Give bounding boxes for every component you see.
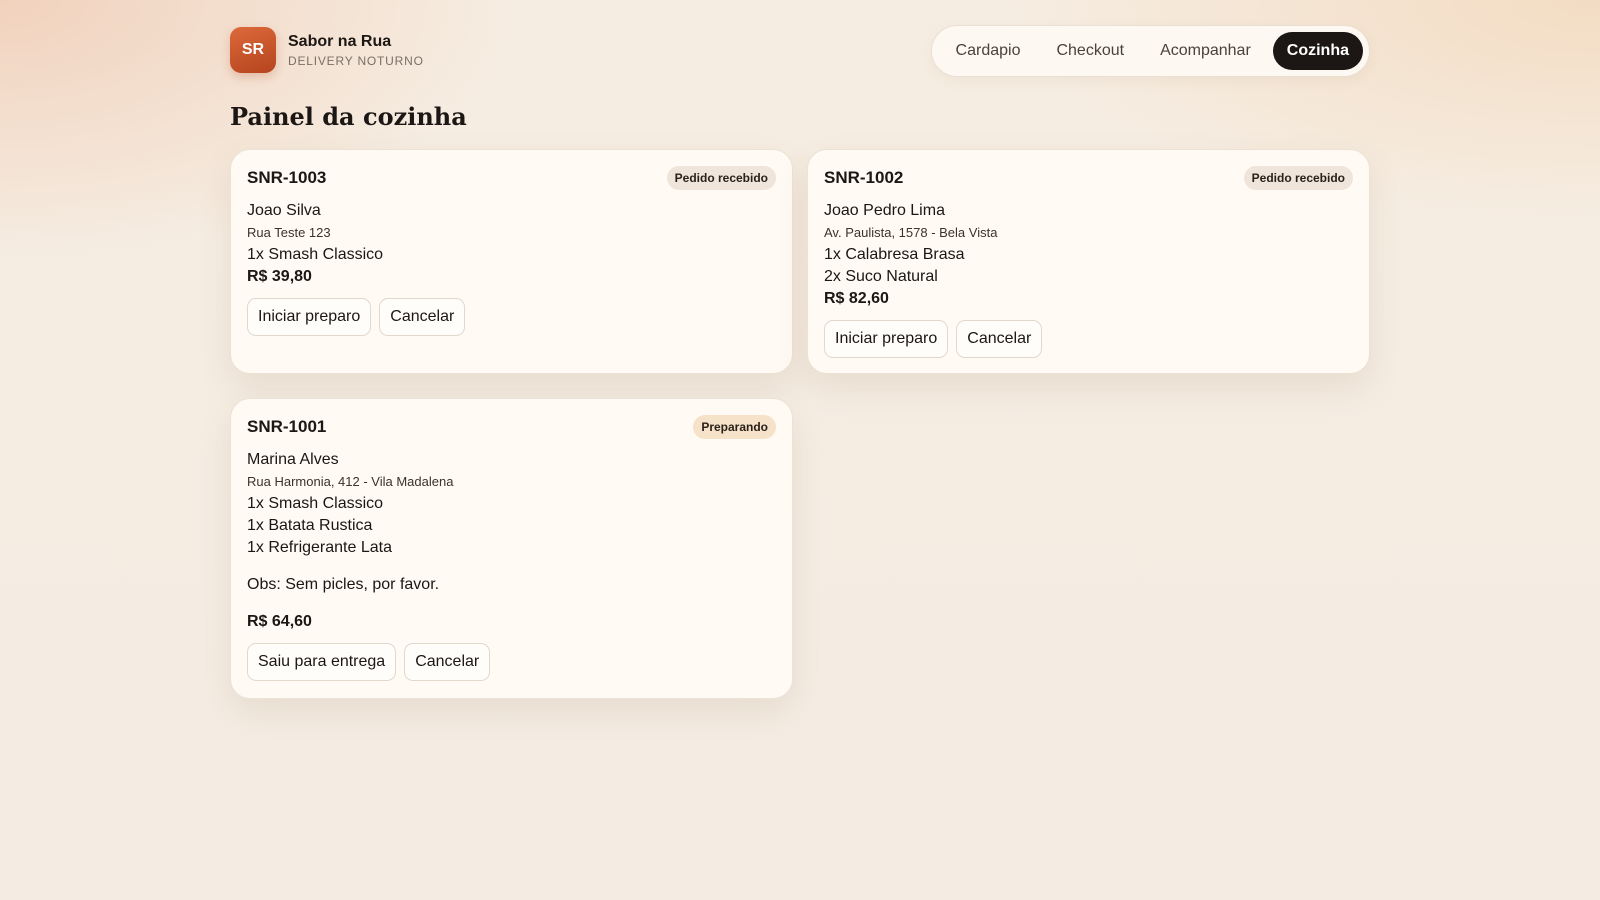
order-total: R$ 39,80 [247, 268, 312, 285]
brand[interactable]: SR Sabor na Rua DELIVERY NOTURNO [230, 27, 424, 73]
status-badge: Pedido recebido [666, 166, 776, 190]
out-for-delivery-button[interactable]: Saiu para entrega [247, 643, 397, 681]
order-card: SNR-1002 Pedido recebido Joao Pedro Lima… [807, 149, 1370, 374]
order-total: R$ 82,60 [824, 290, 889, 307]
page-title: Painel da cozinha [230, 102, 467, 131]
status-badge: Pedido recebido [1243, 166, 1353, 190]
order-id: SNR-1001 [247, 417, 327, 436]
cancel-button[interactable]: Cancelar [956, 320, 1043, 358]
cancel-button[interactable]: Cancelar [379, 298, 466, 336]
nav-item-cozinha[interactable]: Cozinha [1272, 32, 1363, 70]
customer-address: Av. Paulista, 1578 - Bela Vista [824, 225, 998, 240]
order-item: 1x Batata Rustica [247, 517, 373, 534]
start-prep-button[interactable]: Iniciar preparo [247, 298, 372, 336]
top-bar: SR Sabor na Rua DELIVERY NOTURNO Cardapi… [230, 25, 1370, 77]
order-id: SNR-1002 [824, 168, 904, 187]
order-item: 1x Smash Classico [247, 495, 384, 512]
order-notes: Obs: Sem picles, por favor. [247, 576, 440, 593]
brand-name: Sabor na Rua [288, 32, 392, 50]
brand-logo: SR [230, 27, 276, 73]
order-item: 2x Suco Natural [824, 268, 938, 285]
nav-item-cardapio[interactable]: Cardapio [938, 32, 1039, 70]
cancel-button[interactable]: Cancelar [404, 643, 491, 681]
order-total: R$ 64,60 [247, 613, 312, 630]
start-prep-button[interactable]: Iniciar preparo [824, 320, 949, 358]
customer-address: Rua Teste 123 [247, 225, 331, 240]
order-item: 1x Refrigerante Lata [247, 539, 392, 556]
order-item: 1x Smash Classico [247, 246, 384, 263]
order-card: SNR-1001 Preparando Marina Alves Rua Har… [230, 398, 793, 699]
order-item: 1x Calabresa Brasa [824, 246, 965, 263]
main-nav: Cardapio Checkout Acompanhar Cozinha [930, 25, 1370, 77]
brand-subtitle: DELIVERY NOTURNO [288, 53, 424, 68]
order-id: SNR-1003 [247, 168, 327, 187]
customer-name: Marina Alves [247, 451, 339, 468]
status-badge: Preparando [693, 415, 776, 439]
nav-item-acompanhar[interactable]: Acompanhar [1142, 32, 1269, 70]
order-card: SNR-1003 Pedido recebido Joao Silva Rua … [230, 149, 793, 374]
customer-name: Joao Silva [247, 202, 321, 219]
nav-item-checkout[interactable]: Checkout [1038, 32, 1142, 70]
customer-address: Rua Harmonia, 412 - Vila Madalena [247, 474, 454, 489]
customer-name: Joao Pedro Lima [824, 202, 945, 219]
